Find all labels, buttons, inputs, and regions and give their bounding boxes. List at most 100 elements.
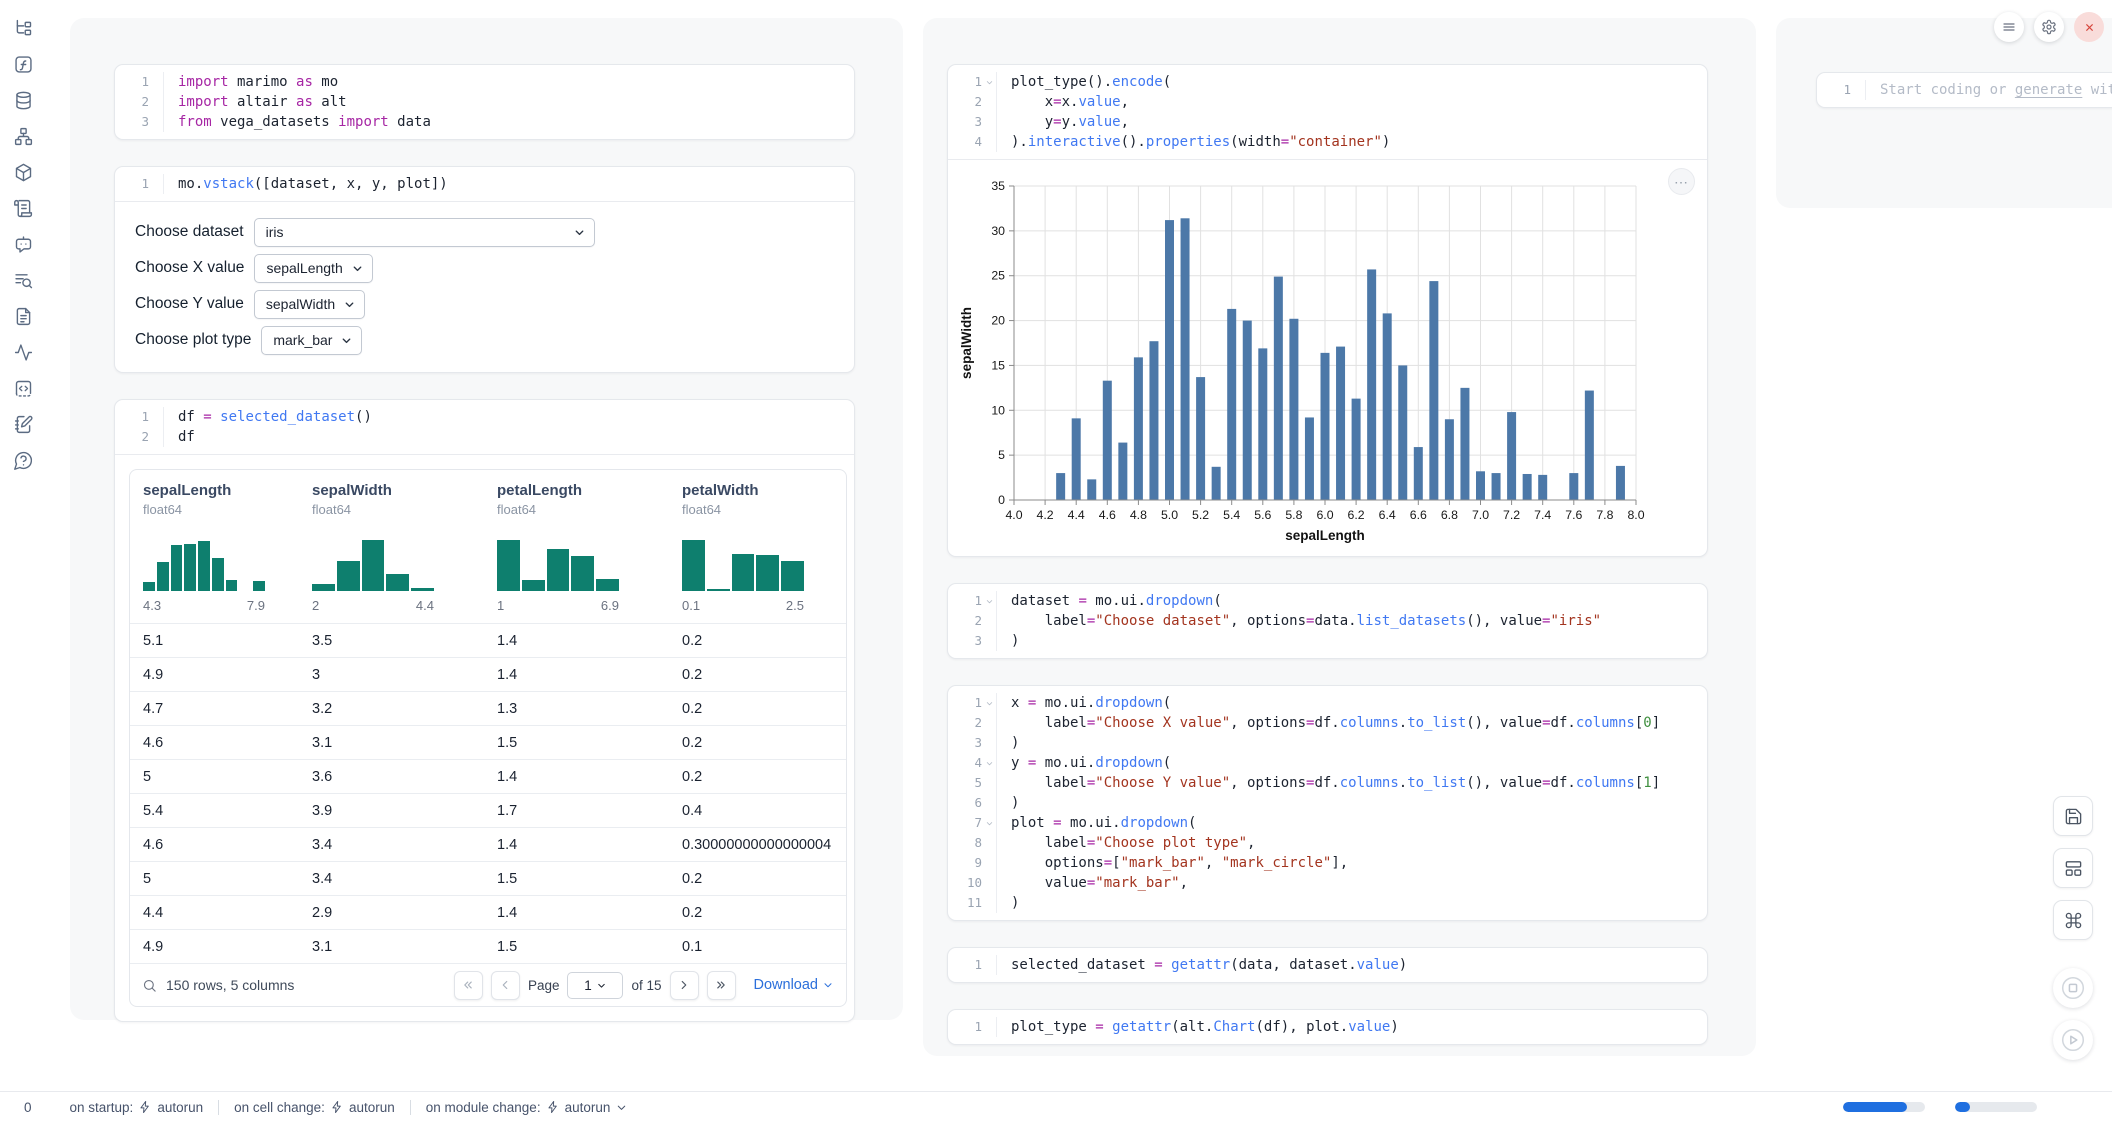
svg-text:5.4: 5.4 <box>1223 508 1240 522</box>
code-editor[interactable]: 1Start coding or generate with <box>1817 73 2112 107</box>
packages-icon[interactable] <box>12 161 35 184</box>
dropdown-row: Choose Y valuesepalWidth <box>135 286 834 322</box>
svg-text:4.4: 4.4 <box>1068 508 1085 522</box>
table-row[interactable]: 5.13.51.40.2setosa <box>130 623 846 657</box>
file-tree-icon[interactable] <box>12 17 35 40</box>
choose-plot-type-select[interactable]: mark_bar <box>261 326 362 355</box>
tracing-icon[interactable] <box>12 341 35 364</box>
download-button[interactable]: Download <box>754 977 835 993</box>
svg-text:0: 0 <box>998 493 1005 507</box>
table-cell: 3.1 <box>299 735 484 751</box>
close-button[interactable] <box>2074 12 2104 42</box>
first-page-button[interactable] <box>454 971 483 1000</box>
table-cell: 5.1 <box>130 633 299 649</box>
table-header: sepalLengthfloat644.37.9sepalWidthfloat6… <box>130 470 846 623</box>
choose-x-value-select[interactable]: sepalLength <box>254 254 372 283</box>
column-header-sepalWidth[interactable]: sepalWidthfloat6424.4 <box>299 482 484 623</box>
stop-button[interactable] <box>2053 968 2093 1008</box>
database-icon[interactable] <box>12 89 35 112</box>
line-number: 2 <box>123 427 149 447</box>
column-header <box>923 18 1756 60</box>
table-cell: 4.6 <box>130 735 299 751</box>
keyboard-shortcuts-button[interactable] <box>2053 900 2093 940</box>
table-row[interactable]: 4.42.91.40.2setosa <box>130 895 846 929</box>
chat-icon[interactable] <box>12 233 35 256</box>
help-icon[interactable] <box>12 449 35 472</box>
notebook-cell: 1plot_type = getattr(alt.Chart(df), plot… <box>947 1009 1708 1045</box>
runtime-config-2[interactable]: on cell change:autorun <box>234 1100 395 1115</box>
altair-bar-chart[interactable]: 4.04.24.44.64.85.05.25.45.65.86.06.26.46… <box>960 174 1650 546</box>
fold-icon[interactable] <box>982 78 996 87</box>
runtime-config-3[interactable]: on module change:autorun <box>426 1100 629 1115</box>
code-editor[interactable]: 1plot_type = getattr(alt.Chart(df), plot… <box>948 1010 1707 1044</box>
code-editor[interactable]: 1mo.vstack([dataset, x, y, plot]) <box>115 167 854 201</box>
svg-text:10: 10 <box>991 403 1005 417</box>
table-row[interactable]: 53.41.50.2setosa <box>130 861 846 895</box>
page-select[interactable]: 1 <box>567 972 623 999</box>
menu-button[interactable] <box>1994 12 2024 42</box>
code-editor[interactable]: 1selected_dataset = getattr(data, datase… <box>948 948 1707 982</box>
prev-page-button[interactable] <box>491 971 520 1000</box>
column-histogram <box>497 531 619 591</box>
fold-icon[interactable] <box>982 699 996 708</box>
table-cell: 3.9 <box>299 803 484 819</box>
code-block-icon[interactable] <box>12 377 35 400</box>
dropdown-row: Choose dataset iris <box>135 214 834 250</box>
column-histogram <box>312 531 434 591</box>
code-editor[interactable]: 1x = mo.ui.dropdown(2 label="Choose X va… <box>948 686 1707 920</box>
code-placeholder[interactable]: Start coding or generate with <box>1866 80 2112 100</box>
table-cell: 3.6 <box>299 769 484 785</box>
notebook-cell: 1df = selected_dataset()2df sepalLengthfl… <box>114 399 855 1022</box>
svg-text:4.2: 4.2 <box>1037 508 1054 522</box>
table-cell: 1.4 <box>484 667 669 683</box>
line-number: 7 <box>956 813 982 833</box>
notebook-cell: 1plot_type().encode(2 x=x.value,3 y=y.va… <box>947 64 1708 557</box>
svg-text:35: 35 <box>991 179 1005 193</box>
chart-menu-button[interactable]: ⋯ <box>1668 168 1695 195</box>
table-row[interactable]: 53.61.40.2setosa <box>130 759 846 793</box>
code-editor[interactable]: 1dataset = mo.ui.dropdown(2 label="Choos… <box>948 584 1707 658</box>
save-button[interactable] <box>2053 796 2093 836</box>
column-header-sepalLength[interactable]: sepalLengthfloat644.37.9 <box>130 482 299 623</box>
settings-button[interactable] <box>2034 12 2064 42</box>
code-editor[interactable]: 1plot_type().encode(2 x=x.value,3 y=y.va… <box>948 65 1707 159</box>
choose-y-value-select[interactable]: sepalWidth <box>254 290 365 319</box>
logs-icon[interactable] <box>12 197 35 220</box>
code-editor[interactable]: 1import marimo as mo2import altair as al… <box>115 65 854 139</box>
fold-icon[interactable] <box>982 597 996 606</box>
page-count-label: of 15 <box>631 978 661 993</box>
docs-icon[interactable] <box>12 305 35 328</box>
table-row[interactable]: 4.63.41.40.30000000000000004setosa <box>130 827 846 861</box>
fold-icon[interactable] <box>982 759 996 768</box>
scratchpad-icon[interactable] <box>12 413 35 436</box>
column-header-petalWidth[interactable]: petalWidthfloat640.12.5 <box>669 482 846 623</box>
table-row[interactable]: 5.43.91.70.4setosa <box>130 793 846 827</box>
svg-text:sepalWidth: sepalWidth <box>960 307 974 379</box>
last-page-button[interactable] <box>707 971 736 1000</box>
line-number: 2 <box>123 92 149 112</box>
line-number: 1 <box>123 407 149 427</box>
search-list-icon[interactable] <box>12 269 35 292</box>
choose-dataset-select[interactable]: iris <box>254 218 595 247</box>
dropdown-label: Choose dataset <box>135 223 244 241</box>
code-editor[interactable]: 1df = selected_dataset()2df <box>115 400 854 454</box>
table-row[interactable]: 4.73.21.30.2setosa <box>130 691 846 725</box>
layout-button[interactable] <box>2053 848 2093 888</box>
fold-icon[interactable] <box>982 819 996 828</box>
table-row[interactable]: 4.63.11.50.2setosa <box>130 725 846 759</box>
table-row[interactable]: 4.931.40.2setosa <box>130 657 846 691</box>
run-button[interactable] <box>2053 1020 2093 1060</box>
column-header-petalLength[interactable]: petalLengthfloat6416.9 <box>484 482 669 623</box>
cell-action-buttons <box>2053 796 2093 1060</box>
table-row[interactable]: 4.93.11.50.1setosa <box>130 929 846 963</box>
functions-icon[interactable] <box>12 53 35 76</box>
svg-text:7.8: 7.8 <box>1596 508 1613 522</box>
runtime-mode: autorun <box>565 1100 611 1115</box>
generate-with-ai-link[interactable]: generate <box>2015 82 2082 98</box>
next-page-button[interactable] <box>670 971 699 1000</box>
dependency-graph-icon[interactable] <box>12 125 35 148</box>
search-icon[interactable] <box>142 978 157 993</box>
runtime-config-1[interactable]: on startup:autorun <box>70 1100 204 1115</box>
table-cell: 0.2 <box>669 871 846 887</box>
svg-text:6.2: 6.2 <box>1348 508 1365 522</box>
